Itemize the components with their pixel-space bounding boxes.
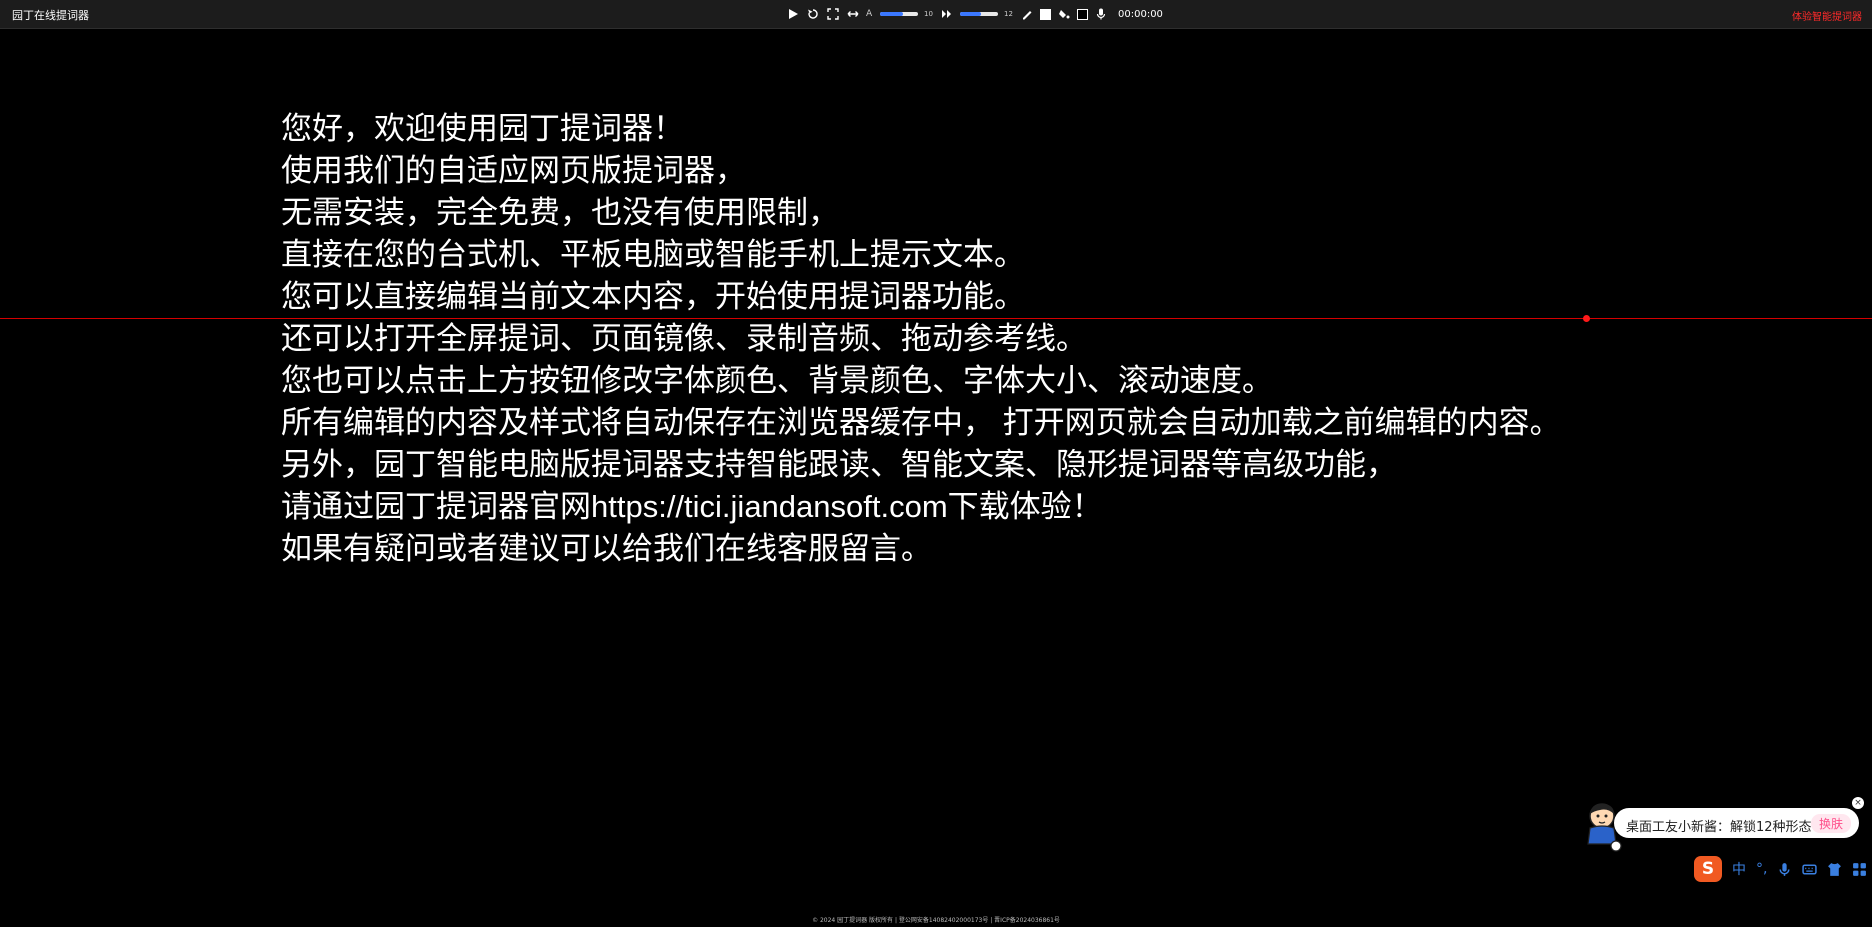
toolbar: A 10 12 00:00:00 <box>786 5 1163 23</box>
app-title: 园丁在线提词器 <box>12 9 89 22</box>
mirror-icon[interactable] <box>846 7 860 21</box>
footer-copyright: © 2024 园丁提词器 版权所有 | 登公网安备14082402000173号… <box>812 917 1060 924</box>
teleprompter-script[interactable]: 您好，欢迎使用园丁提词器！ 使用我们的自适应网页版提词器， 无需安装，完全免费，… <box>281 108 1571 570</box>
ime-logo-icon[interactable]: S <box>1694 856 1722 882</box>
speed-slider[interactable] <box>960 12 998 16</box>
background-color-icon[interactable] <box>1057 7 1071 21</box>
speed-icon <box>940 7 954 21</box>
speed-slider-fill <box>960 12 981 16</box>
script-line: 您好，欢迎使用园丁提词器！ <box>281 111 684 146</box>
play-icon[interactable] <box>786 7 800 21</box>
script-line: 如果有疑问或者建议可以给我们在线客服留言。 <box>281 531 932 566</box>
font-size-slider[interactable] <box>880 12 918 16</box>
text-color-icon[interactable] <box>1020 7 1034 21</box>
ime-toolbar: S 中 °, <box>1694 856 1867 882</box>
script-line: 使用我们的自适应网页版提词器， <box>281 153 746 188</box>
speed-value: 12 <box>1004 10 1013 18</box>
script-line: 还可以打开全屏提词、页面镜像、录制音频、拖动参考线。 <box>281 321 1087 356</box>
smart-teleprompter-link[interactable]: 体验智能提词器 <box>1792 8 1862 23</box>
script-line: 请通过园丁提词器官网https://tici.jiandansoft.com下载… <box>281 489 1103 524</box>
reset-icon[interactable] <box>806 7 820 21</box>
ime-keyboard-icon[interactable] <box>1802 862 1818 877</box>
script-line: 您可以直接编辑当前文本内容，开始使用提词器功能。 <box>281 279 1025 314</box>
script-line: 您也可以点击上方按钮修改字体颜色、背景颜色、字体大小、滚动速度。 <box>281 363 1273 398</box>
text-color-swatch[interactable] <box>1040 8 1051 20</box>
microphone-icon[interactable] <box>1094 7 1108 21</box>
ime-bubble-close-button[interactable]: × <box>1852 797 1864 809</box>
font-size-value: 10 <box>924 10 933 18</box>
ime-skin-icon[interactable] <box>1827 862 1842 877</box>
script-line: 另外，园丁智能电脑版提词器支持智能跟读、智能文案、隐形提词器等高级功能， <box>281 447 1397 482</box>
background-color-swatch[interactable] <box>1077 8 1088 20</box>
script-line: 所有编辑的内容及样式将自动保存在浏览器缓存中， 打开网页就会自动加载之前编辑的内… <box>281 405 1561 440</box>
reference-guide-handle[interactable] <box>1583 315 1590 322</box>
ime-skin-bubble: 桌面工友小新酱：解锁12种形态 换肤 <box>1614 808 1859 838</box>
reference-guide-line[interactable] <box>0 318 1872 319</box>
script-line: 直接在您的台式机、平板电脑或智能手机上提示文本。 <box>281 237 1025 272</box>
ime-toolbox-icon[interactable] <box>1852 862 1867 877</box>
ime-language-mode[interactable]: 中 <box>1732 859 1746 879</box>
ime-bubble-text: 桌面工友小新酱：解锁12种形态 <box>1626 820 1812 835</box>
script-line: 无需安装，完全免费，也没有使用限制， <box>281 195 839 230</box>
ime-change-skin-button[interactable]: 换肤 <box>1810 814 1851 833</box>
recording-timer: 00:00:00 <box>1118 8 1163 20</box>
font-size-slider-fill <box>880 12 903 16</box>
top-bar: 园丁在线提词器 A 10 12 00:00:00 体验智能提词器 <box>0 0 1872 29</box>
fullscreen-icon[interactable] <box>826 7 840 21</box>
font-size-icon: A <box>866 9 873 19</box>
ime-voice-icon[interactable] <box>1777 862 1792 877</box>
ime-punctuation-mode[interactable]: °, <box>1756 861 1767 877</box>
